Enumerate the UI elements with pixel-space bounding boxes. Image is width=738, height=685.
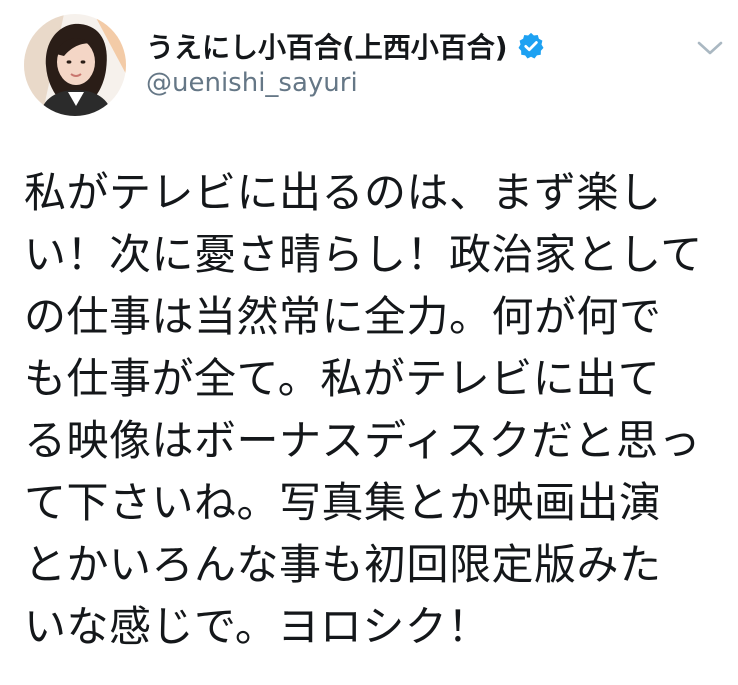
tweet-text-line: 私がテレビに出るのは、まず楽し xyxy=(24,168,662,217)
tweet-text-line: の仕事は当然常に全力。何が何で xyxy=(24,292,662,341)
tweet-card: うえにし小百合(上西小百合) @uenishi_sayuri 私がテレビに出るの… xyxy=(0,0,738,685)
author-handle[interactable]: @uenishi_sayuri xyxy=(146,68,358,98)
tweet-text-line: て下さいね。写真集とか映画出演 xyxy=(24,478,662,527)
tweet-text-line: とかいろんな事も初回限定版みた xyxy=(24,540,662,589)
tweet-text-line: る映像はボーナスディスクだと思っ xyxy=(24,416,702,465)
tweet-text-line: い！次に憂さ晴らし！政治家として xyxy=(24,230,703,279)
display-name-text: うえにし小百合(上西小百合) xyxy=(146,31,508,64)
tweet-text: 私がテレビに出るのは、まず楽し い！次に憂さ晴らし！政治家として の仕事は当然常… xyxy=(24,162,724,658)
author-display-name[interactable]: うえにし小百合(上西小百合) xyxy=(146,26,546,66)
chevron-down-icon[interactable] xyxy=(696,38,724,58)
avatar[interactable] xyxy=(24,14,126,116)
tweet-text-line: も仕事が全て。私がテレビに出て xyxy=(24,354,661,403)
verified-badge-icon xyxy=(516,31,546,61)
profile-photo-icon xyxy=(24,14,126,116)
tweet-text-line: いな感じで。ヨロシク！ xyxy=(24,602,490,651)
